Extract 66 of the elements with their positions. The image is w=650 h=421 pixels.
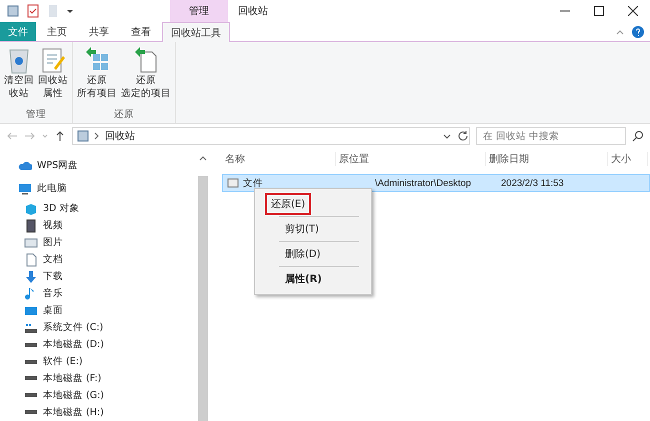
group-label: 还原 (113, 108, 135, 121)
window-title: 回收站 (237, 4, 269, 19)
cube-icon (24, 202, 38, 216)
menu-item[interactable]: 删除(D) (279, 243, 327, 265)
sidebar-item[interactable]: 3D 对象 (0, 200, 196, 218)
back-arrow-icon (6, 130, 18, 142)
ribbon-tab[interactable]: 回收站工具 (162, 22, 230, 42)
ribbon-button[interactable]: 回收站 属性 (36, 46, 70, 108)
monitor-icon (18, 182, 32, 196)
column-header[interactable]: 原位置 (336, 152, 486, 166)
drive-icon (25, 342, 37, 347)
picture-icon (24, 236, 38, 250)
chevron-up-icon (199, 154, 207, 162)
column-header[interactable]: 删除日期 (486, 152, 608, 166)
drive-icon (25, 376, 37, 380)
column-header[interactable]: 大小 (608, 152, 648, 166)
close-icon (628, 6, 638, 16)
sidebar-item[interactable]: 桌面 (0, 302, 196, 320)
scrollbar[interactable] (196, 154, 210, 421)
menu-item[interactable]: 剪切(T) (279, 218, 325, 240)
drive-icon (25, 393, 37, 398)
address-field[interactable]: 回收站 (72, 127, 470, 145)
group-label: 管理 (25, 108, 47, 121)
sidebar-item[interactable]: 文档 (0, 251, 196, 268)
download-arrow-icon (24, 270, 38, 284)
ribbon-button[interactable]: 还原 选定的项目 (119, 46, 173, 108)
sidebar-item[interactable]: 本地磁盘 (G:) (0, 386, 196, 404)
refresh-icon (457, 130, 469, 142)
up-arrow-icon (54, 130, 66, 142)
sidebar-item[interactable]: 图片 (0, 234, 196, 252)
drive-icon (25, 410, 37, 414)
sidebar-item[interactable]: 音乐 (0, 285, 196, 302)
checkmark-document-icon (26, 4, 40, 18)
chevron-right-icon (94, 132, 100, 140)
sidebar-item[interactable]: WPS网盘 (0, 154, 196, 178)
search-icon (632, 130, 644, 142)
table-cell: 文件 (243, 176, 263, 190)
help-icon (632, 26, 644, 38)
sidebar-item[interactable]: 软件 (E:) (0, 353, 196, 370)
drive-icon (25, 360, 37, 364)
file-row[interactable]: 文件 \Administrator\Desktop 2023/2/3 11:53 (222, 174, 650, 192)
address-path: 回收站 (105, 130, 135, 143)
ribbon-button[interactable]: 还原 所有项目 (75, 46, 119, 108)
table-cell: \Administrator\Desktop (375, 178, 472, 188)
sidebar-item[interactable]: 本地磁盘 (D:) (0, 336, 196, 354)
column-header[interactable]: 名称 (222, 152, 336, 166)
sidebar-item[interactable]: 下载 (0, 268, 196, 286)
maximize-icon (594, 6, 604, 16)
context-tab-label: 管理 (170, 0, 228, 22)
table-cell: 2023/2/3 11:53 (501, 178, 564, 188)
restore-file-icon (133, 46, 159, 74)
sidebar-item[interactable]: 本地磁盘 (F:) (0, 370, 196, 387)
sidebar-item[interactable]: 此电脑 (0, 177, 196, 200)
properties-icon (40, 46, 66, 74)
search-field[interactable]: 在 回收站 中搜索 (476, 127, 626, 145)
ribbon-button[interactable]: 清空回 收站 (2, 46, 36, 108)
sidebar-item[interactable]: 视频 (0, 217, 196, 234)
sidebar-item[interactable]: 系统文件 (C:) (0, 319, 196, 336)
menu-item[interactable]: 还原(E) (265, 193, 312, 215)
file-icon (227, 177, 239, 189)
document-icon (46, 4, 60, 18)
menu-item[interactable]: 属性(R) (279, 268, 328, 290)
document-icon (24, 252, 38, 267)
forward-arrow-icon (24, 130, 36, 142)
chevron-up-icon (616, 28, 624, 36)
sidebar-item[interactable]: 本地磁盘 (H:) (0, 404, 196, 421)
